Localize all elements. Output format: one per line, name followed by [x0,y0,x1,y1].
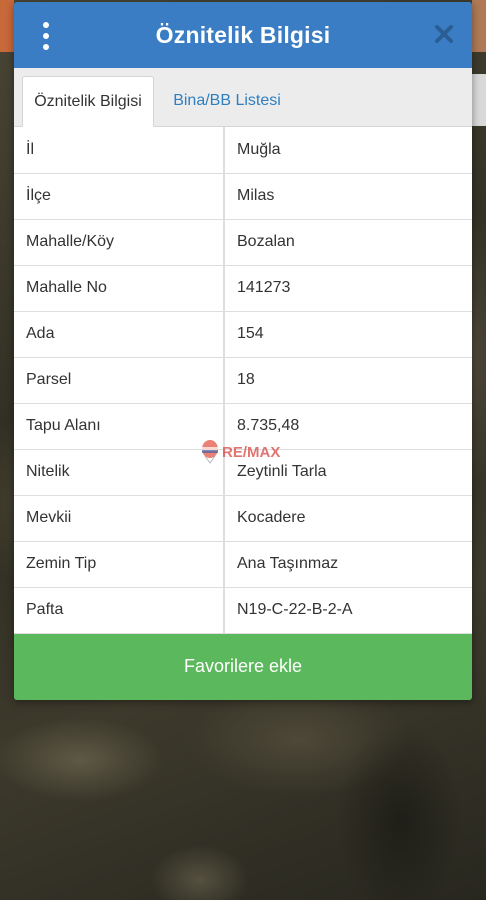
attribute-value: Bozalan [224,219,472,266]
attribute-value: Milas [224,173,472,220]
attribute-value: N19-C-22-B-2-A [224,587,472,634]
attribute-table: İl Muğla İlçe Milas Mahalle/Köy Bozalan Mahall… [14,127,472,634]
table-row: Parsel 18 [14,357,472,404]
map-overlay-left [0,0,14,52]
table-row: Tapu Alanı 8.735,48 [14,403,472,450]
map-side-tab [472,74,486,126]
kebab-menu-icon[interactable] [38,22,54,50]
table-row: İlçe Milas [14,173,472,220]
attribute-value: Muğla [224,127,472,174]
table-row: Nitelik Zeytinli Tarla [14,449,472,496]
attribute-value: Kocadere [224,495,472,542]
attribute-key: İl [14,127,225,174]
attribute-value: 18 [224,357,472,404]
dialog-header: Öznitelik Bilgisi [14,2,472,68]
table-row: Pafta N19-C-22-B-2-A [14,587,472,634]
attribute-key: Tapu Alanı [14,403,225,450]
attribute-key: Mevkii [14,495,225,542]
attribute-key: Mahalle/Köy [14,219,225,266]
tab-attribute-info[interactable]: Öznitelik Bilgisi [22,76,154,127]
close-icon[interactable] [432,22,456,46]
attribute-key: Mahalle No [14,265,225,312]
attribute-key: Parsel [14,357,225,404]
attribute-value: 8.735,48 [224,403,472,450]
table-row: Ada 154 [14,311,472,358]
attribute-dialog: Öznitelik Bilgisi Öznitelik Bilgisi Bina… [14,2,472,700]
table-row: Mevkii Kocadere [14,495,472,542]
add-to-favorites-button[interactable]: Favorilere ekle [14,633,472,700]
attribute-key: Zemin Tip [14,541,225,588]
table-row: Mahalle/Köy Bozalan [14,219,472,266]
tab-building-list[interactable]: Bina/BB Listesi [162,76,292,126]
table-row: Zemin Tip Ana Taşınmaz [14,541,472,588]
map-overlay-right [472,0,486,52]
table-row: Mahalle No 141273 [14,265,472,312]
table-row: İl Muğla [14,127,472,174]
attribute-value: 141273 [224,265,472,312]
attribute-key: Nitelik [14,449,225,496]
attribute-value: Zeytinli Tarla [224,449,472,496]
attribute-value: 154 [224,311,472,358]
tab-bar: Öznitelik Bilgisi Bina/BB Listesi [14,68,472,127]
attribute-key: Ada [14,311,225,358]
attribute-key: Pafta [14,587,225,634]
attribute-value: Ana Taşınmaz [224,541,472,588]
dialog-title: Öznitelik Bilgisi [155,21,331,48]
attribute-key: İlçe [14,173,225,220]
